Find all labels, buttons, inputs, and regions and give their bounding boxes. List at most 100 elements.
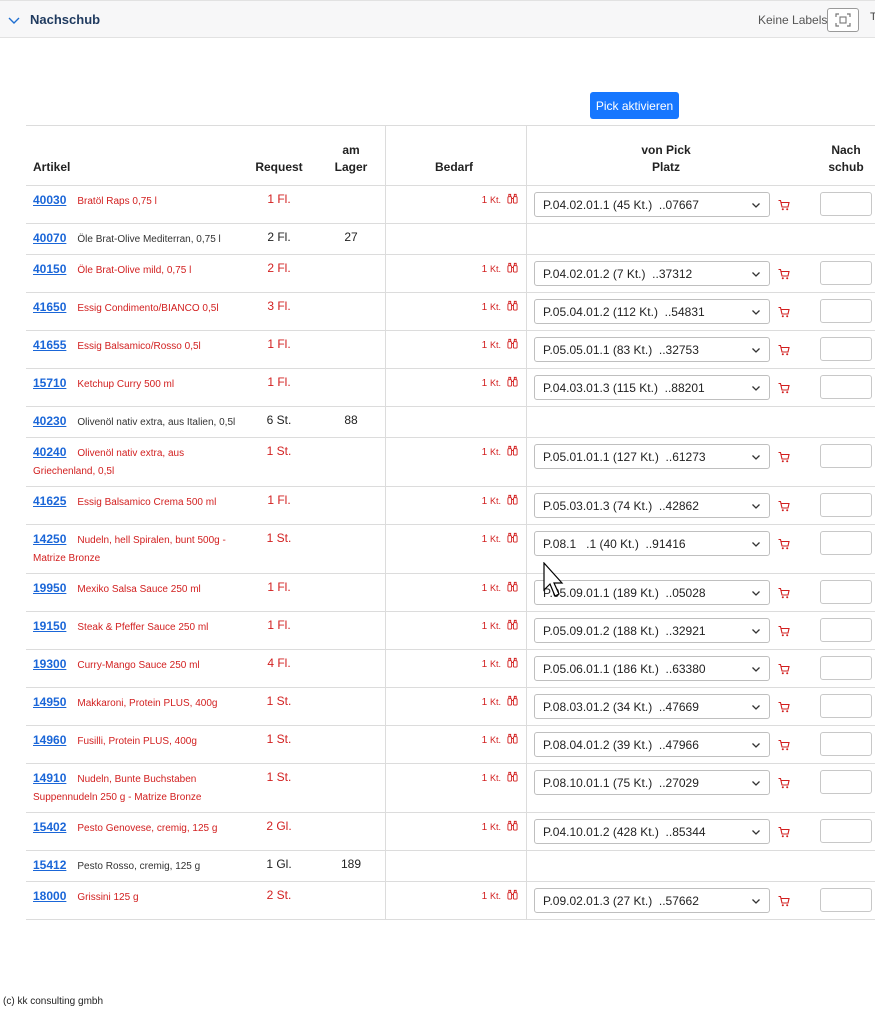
pick-location-value: P.04.02.01.2 (7 Kt.) ..37312 [543, 266, 693, 281]
shopping-cart-icon[interactable] [778, 826, 790, 838]
chevron-down-icon[interactable] [6, 12, 22, 28]
pick-location-select[interactable]: P.04.02.01.1 (45 Kt.) ..07667 [534, 192, 770, 217]
pick-location-value: P.08.10.01.1 (75 Kt.) ..27029 [543, 775, 699, 790]
pick-location-select[interactable]: P.08.03.01.2 (34 Kt.) ..47669 [534, 694, 770, 719]
pick-location-select[interactable]: P.05.09.01.2 (188 Kt.) ..32921 [534, 618, 770, 643]
article-number-link[interactable]: 40230 [33, 414, 66, 428]
pick-location-select[interactable]: P.05.06.01.1 (186 Kt.) ..63380 [534, 656, 770, 681]
nachschub-quantity-input[interactable] [820, 261, 872, 285]
cell-lager [317, 185, 386, 224]
shopping-cart-icon[interactable] [778, 625, 790, 637]
nachschub-quantity-input[interactable] [820, 888, 872, 912]
chevron-down-icon [752, 541, 760, 547]
article-number-link[interactable]: 14910 [33, 771, 66, 785]
article-number-link[interactable]: 15412 [33, 858, 66, 872]
article-number-link[interactable]: 40070 [33, 231, 66, 245]
article-number-link[interactable]: 19150 [33, 619, 66, 633]
nachschub-quantity-input[interactable] [820, 531, 872, 555]
pick-location-select[interactable]: P.09.02.01.3 (27 Kt.) ..57662 [534, 888, 770, 913]
shopping-cart-icon[interactable] [778, 500, 790, 512]
pick-location-select[interactable]: P.08.04.01.2 (39 Kt.) ..47966 [534, 732, 770, 757]
nachschub-quantity-input[interactable] [820, 493, 872, 517]
cell-artikel: 14960 Fusilli, Protein PLUS, 400g [26, 725, 241, 764]
pick-location-select[interactable]: P.08.10.01.1 (75 Kt.) ..27029 [534, 770, 770, 795]
pick-location-select[interactable]: P.05.05.01.1 (83 Kt.) ..32753 [534, 337, 770, 362]
pick-location-select[interactable]: P.08.1 .1 (40 Kt.) ..91416 [534, 531, 770, 556]
nachschub-quantity-input[interactable] [820, 444, 872, 468]
article-number-link[interactable]: 41655 [33, 338, 66, 352]
nachschub-quantity-input[interactable] [820, 375, 872, 399]
col-header-von-line1: von Pick [641, 143, 691, 157]
cell-von-pick-platz [526, 223, 805, 255]
nachschub-quantity-input[interactable] [820, 618, 872, 642]
cell-von-pick-platz: P.05.04.01.2 (112 Kt.) ..54831 [526, 292, 805, 331]
chevron-down-icon [752, 898, 760, 904]
nachschub-quantity-input[interactable] [820, 770, 872, 794]
shopping-cart-icon[interactable] [778, 199, 790, 211]
pick-location-select[interactable]: P.05.09.01.1 (189 Kt.) ..05028 [534, 580, 770, 605]
table-row: 14950 Makkaroni, Protein PLUS, 400g 1 St. 1… [26, 687, 875, 726]
cell-artikel: 40030 Bratöl Raps 0,75 l [26, 185, 241, 224]
pick-location-value: P.04.02.01.1 (45 Kt.) ..07667 [543, 197, 699, 212]
shopping-cart-icon[interactable] [778, 268, 790, 280]
article-number-link[interactable]: 19300 [33, 657, 66, 671]
shopping-cart-icon[interactable] [778, 739, 790, 751]
article-number-link[interactable]: 15710 [33, 376, 66, 390]
article-number-link[interactable]: 19950 [33, 581, 66, 595]
table-row: 14910 Nudeln, Bunte Buchstaben Suppennude… [26, 763, 875, 813]
bedarf-quantity: 1 [481, 264, 488, 275]
pick-location-select[interactable]: P.04.02.01.2 (7 Kt.) ..37312 [534, 261, 770, 286]
col-header-nachschub: Nach schub [805, 125, 875, 186]
cell-request: 1 Fl. [241, 573, 317, 612]
nachschub-quantity-input[interactable] [820, 299, 872, 323]
shopping-cart-icon[interactable] [778, 306, 790, 318]
shopping-cart-icon[interactable] [778, 777, 790, 789]
shopping-cart-icon[interactable] [778, 701, 790, 713]
article-name: Fusilli, Protein PLUS, 400g [77, 736, 197, 747]
article-number-link[interactable]: 14960 [33, 733, 66, 747]
bedarf-unit: Kt. [489, 621, 501, 631]
pick-location-select[interactable]: P.05.04.01.2 (112 Kt.) ..54831 [534, 299, 770, 324]
cell-von-pick-platz: P.05.05.01.1 (83 Kt.) ..32753 [526, 330, 805, 369]
nachschub-quantity-input[interactable] [820, 656, 872, 680]
nachschub-quantity-input[interactable] [820, 732, 872, 756]
pick-activate-button[interactable]: Pick aktivieren [590, 92, 679, 119]
nachschub-quantity-input[interactable] [820, 192, 872, 216]
cell-artikel: 19150 Steak & Pfeffer Sauce 250 ml [26, 611, 241, 650]
article-number-link[interactable]: 18000 [33, 889, 66, 903]
cell-nachschub [805, 687, 875, 726]
article-number-link[interactable]: 40240 [33, 445, 66, 459]
article-number-link[interactable]: 15402 [33, 820, 66, 834]
cell-nachschub [805, 763, 875, 813]
nachschub-quantity-input[interactable] [820, 819, 872, 843]
labels-button[interactable] [827, 8, 859, 32]
nachschub-quantity-input[interactable] [820, 694, 872, 718]
nachschub-quantity-input[interactable] [820, 337, 872, 361]
cell-nachschub [805, 573, 875, 612]
pick-location-select[interactable]: P.04.03.01.3 (115 Kt.) ..88201 [534, 375, 770, 400]
shopping-cart-icon[interactable] [778, 344, 790, 356]
article-number-link[interactable]: 14250 [33, 532, 66, 546]
pick-location-select[interactable]: P.05.03.01.3 (74 Kt.) ..42862 [534, 493, 770, 518]
article-number-link[interactable]: 14950 [33, 695, 66, 709]
pick-location-select[interactable]: P.05.01.01.1 (127 Kt.) ..61273 [534, 444, 770, 469]
article-number-link[interactable]: 41650 [33, 300, 66, 314]
article-number-link[interactable]: 40030 [33, 193, 66, 207]
shopping-cart-icon[interactable] [778, 451, 790, 463]
article-number-link[interactable]: 41625 [33, 494, 66, 508]
bedarf-unit: Kt. [489, 264, 501, 274]
cell-bedarf: 1 Kt. [385, 330, 527, 369]
pick-location-value: P.08.1 .1 (40 Kt.) ..91416 [543, 536, 686, 551]
shopping-cart-icon[interactable] [778, 663, 790, 675]
cell-request: 1 St. [241, 437, 317, 487]
shopping-cart-icon[interactable] [778, 587, 790, 599]
pick-location-value: P.05.05.01.1 (83 Kt.) ..32753 [543, 342, 699, 357]
cell-artikel: 14910 Nudeln, Bunte Buchstaben Suppennude… [26, 763, 241, 813]
article-number-link[interactable]: 40150 [33, 262, 66, 276]
binoculars-icon [507, 581, 518, 592]
nachschub-quantity-input[interactable] [820, 580, 872, 604]
shopping-cart-icon[interactable] [778, 895, 790, 907]
shopping-cart-icon[interactable] [778, 538, 790, 550]
shopping-cart-icon[interactable] [778, 382, 790, 394]
pick-location-select[interactable]: P.04.10.01.2 (428 Kt.) ..85344 [534, 819, 770, 844]
